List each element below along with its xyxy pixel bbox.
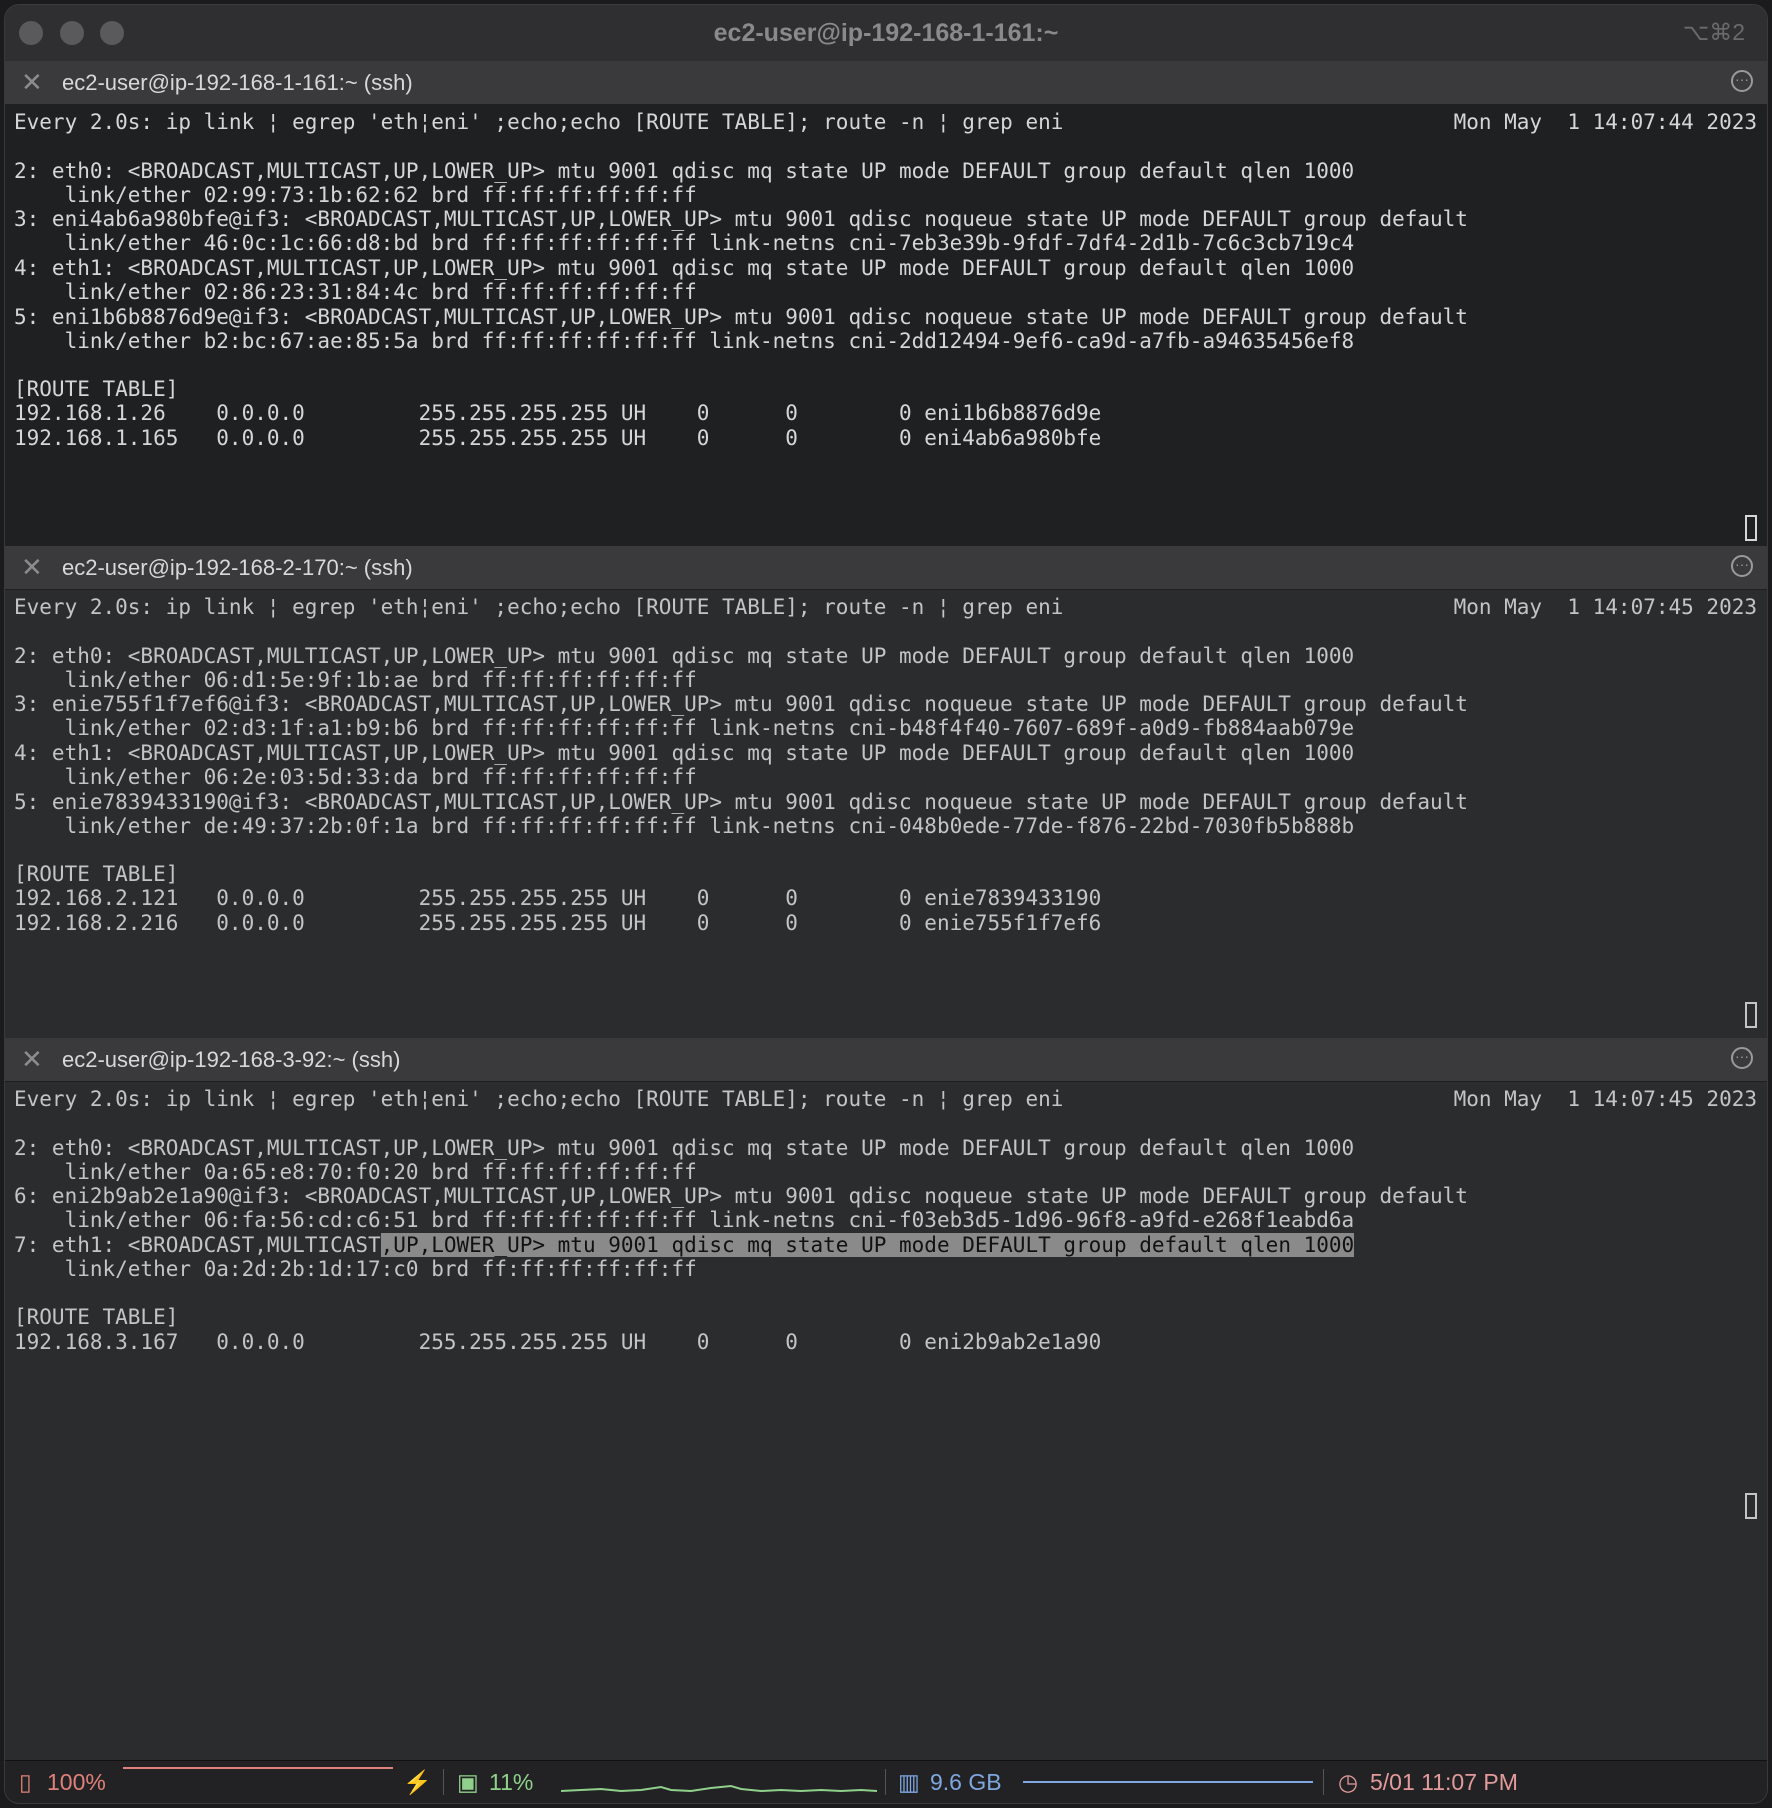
- pane-title: ec2-user@ip-192-168-1-161:~ (ssh): [62, 70, 413, 95]
- status-bar: ▯ 100% ⚡ ▣ 11% ▥ 9.6 GB ◷ 5/01 11:07 PM: [5, 1760, 1767, 1803]
- pane-title: ec2-user@ip-192-168-3-92:~ (ssh): [62, 1047, 401, 1072]
- route-row: 192.168.3.167 0.0.0.0 255.255.255.255 UH…: [14, 1330, 1102, 1354]
- route-row: 192.168.1.165 0.0.0.0 255.255.255.255 UH…: [14, 426, 1102, 450]
- pane-header: ✕ ec2-user@ip-192-168-2-170:~ (ssh) ···: [5, 546, 1767, 590]
- battery-icon: ▯: [19, 1769, 32, 1795]
- cpu-usage: 11%: [489, 1769, 534, 1795]
- selected-text: ,UP,LOWER_UP> mtu 9001 qdisc mq state UP…: [380, 1233, 1355, 1257]
- cpu-graph: [561, 1784, 877, 1793]
- more-options-icon[interactable]: ···: [1731, 70, 1753, 92]
- separator: [885, 1769, 886, 1795]
- output-line: link/ether de:49:37:2b:0f:1a brd ff:ff:f…: [14, 814, 1355, 838]
- memory-graph: [1023, 1781, 1313, 1803]
- window-titlebar: ec2-user@ip-192-168-1-161:~ ⌥⌘2: [5, 5, 1767, 62]
- battery-level: 100%: [47, 1769, 106, 1795]
- pane-header: ✕ ec2-user@ip-192-168-3-92:~ (ssh) ···: [5, 1038, 1767, 1082]
- window-title: ec2-user@ip-192-168-1-161:~: [713, 19, 1059, 47]
- separator: [443, 1769, 444, 1795]
- clock: 5/01 11:07 PM: [1370, 1769, 1518, 1795]
- terminal-cursor: [1745, 1002, 1757, 1028]
- watch-command: Every 2.0s: ip link ¦ egrep 'eth¦eni' ;e…: [14, 110, 1064, 134]
- pane-title: ec2-user@ip-192-168-2-170:~ (ssh): [62, 555, 413, 580]
- memory-icon: ▥: [898, 1769, 920, 1795]
- terminal-cursor: [1745, 515, 1757, 541]
- cpu-icon: ▣: [457, 1769, 479, 1795]
- timestamp: Mon May 1 14:07:44 2023: [1453, 110, 1757, 134]
- route-table-header: [ROUTE TABLE]: [14, 1305, 179, 1329]
- battery-graph: [123, 1767, 393, 1791]
- more-options-icon[interactable]: ···: [1731, 555, 1753, 577]
- terminal-pane-3[interactable]: ✕ ec2-user@ip-192-168-3-92:~ (ssh) ··· E…: [5, 1038, 1767, 1761]
- route-row: 192.168.1.26 0.0.0.0 255.255.255.255 UH …: [14, 401, 1102, 425]
- memory-usage: 9.6 GB: [930, 1769, 1002, 1795]
- output-line: link/ether b2:bc:67:ae:85:5a brd ff:ff:f…: [14, 329, 1355, 353]
- output-line: link/ether 0a:2d:2b:1d:17:c0 brd ff:ff:f…: [14, 1257, 697, 1281]
- output-line: link/ether 02:d3:1f:a1:b9:b6 brd ff:ff:f…: [14, 716, 1355, 740]
- timestamp: Mon May 1 14:07:45 2023: [1453, 1087, 1757, 1111]
- route-row: 192.168.2.216 0.0.0.0 255.255.255.255 UH…: [14, 911, 1102, 935]
- output-line: link/ether 06:2e:03:5d:33:da brd ff:ff:f…: [14, 765, 697, 789]
- terminal-pane-1[interactable]: ✕ ec2-user@ip-192-168-1-161:~ (ssh) ··· …: [5, 61, 1767, 546]
- output-line: link/ether 02:86:23:31:84:4c brd ff:ff:f…: [14, 280, 697, 304]
- watch-command: Every 2.0s: ip link ¦ egrep 'eth¦eni' ;e…: [14, 1087, 1064, 1111]
- terminal-window: ec2-user@ip-192-168-1-161:~ ⌥⌘2 ✕ ec2-us…: [5, 5, 1767, 1803]
- close-pane-icon[interactable]: ✕: [21, 554, 43, 580]
- output-line: link/ether 46:0c:1c:66:d8:bd brd ff:ff:f…: [14, 231, 1355, 255]
- close-pane-icon[interactable]: ✕: [21, 1046, 43, 1072]
- close-pane-icon[interactable]: ✕: [21, 69, 43, 95]
- terminal-pane-2[interactable]: ✕ ec2-user@ip-192-168-2-170:~ (ssh) ··· …: [5, 546, 1767, 1038]
- window-shortcut: ⌥⌘2: [1682, 19, 1745, 45]
- route-row: 192.168.2.121 0.0.0.0 255.255.255.255 UH…: [14, 886, 1102, 910]
- more-options-icon[interactable]: ···: [1731, 1047, 1753, 1069]
- output-line: link/ether 06:fa:56:cd:c6:51 brd ff:ff:f…: [14, 1208, 1355, 1232]
- clock-icon: ◷: [1338, 1769, 1359, 1795]
- terminal-cursor: [1745, 1493, 1757, 1519]
- pane-header: ✕ ec2-user@ip-192-168-1-161:~ (ssh) ···: [5, 61, 1767, 105]
- charging-icon: ⚡: [403, 1769, 432, 1795]
- timestamp: Mon May 1 14:07:45 2023: [1453, 595, 1757, 619]
- watch-command: Every 2.0s: ip link ¦ egrep 'eth¦eni' ;e…: [14, 595, 1064, 619]
- separator: [1323, 1769, 1324, 1795]
